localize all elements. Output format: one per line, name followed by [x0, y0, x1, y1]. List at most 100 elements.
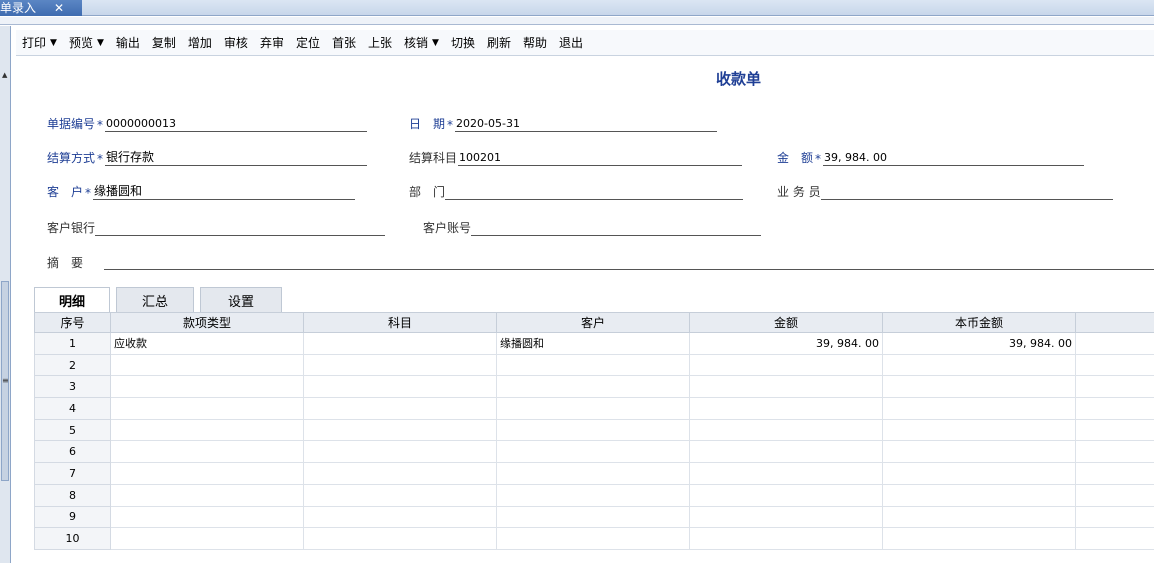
toolbar-button-13[interactable]: 帮助: [517, 32, 553, 54]
table-cell[interactable]: [689, 527, 883, 550]
caret-down-icon[interactable]: ▼: [97, 38, 104, 48]
department-value[interactable]: [445, 184, 744, 200]
table-cell[interactable]: [303, 440, 497, 464]
table-cell[interactable]: [882, 353, 1076, 377]
caret-down-icon[interactable]: ▼: [432, 38, 439, 48]
grid-header-cell[interactable]: 金额: [689, 312, 883, 333]
toolbar-button-4[interactable]: 增加: [182, 32, 218, 54]
grid-header-cell[interactable]: [1075, 312, 1154, 333]
table-cell[interactable]: [303, 462, 497, 485]
table-cell[interactable]: [882, 527, 1076, 550]
table-cell[interactable]: [496, 483, 690, 507]
table-cell[interactable]: [110, 440, 304, 464]
remarks-input[interactable]: [104, 269, 1154, 270]
table-cell[interactable]: [496, 375, 690, 399]
toolbar-button-9[interactable]: 上张: [362, 32, 398, 54]
toolbar-button-7[interactable]: 定位: [290, 32, 326, 54]
table-cell[interactable]: [303, 505, 497, 529]
table-cell[interactable]: [882, 375, 1076, 399]
table-cell[interactable]: [496, 418, 690, 442]
table-cell[interactable]: [882, 397, 1076, 420]
table-cell[interactable]: [303, 527, 497, 550]
toolbar-button-1[interactable]: 预览 ▼: [63, 32, 110, 54]
table-cell[interactable]: [496, 397, 690, 420]
toolbar-button-8[interactable]: 首张: [326, 32, 362, 54]
table-cell[interactable]: [882, 418, 1076, 442]
table-cell[interactable]: 应收款: [110, 332, 304, 355]
table-cell[interactable]: [110, 527, 304, 550]
table-row[interactable]: 1 应收款 缘播圆和 39, 984. 00 39, 984. 00: [34, 332, 1154, 355]
table-cell[interactable]: [110, 462, 304, 485]
table-cell[interactable]: [303, 332, 497, 355]
table-cell[interactable]: [496, 505, 690, 529]
table-cell[interactable]: [496, 440, 690, 464]
table-row[interactable]: 7: [34, 462, 1154, 485]
caret-down-icon[interactable]: ▼: [50, 38, 57, 48]
document-tab[interactable]: 单录入 ✕: [0, 0, 82, 16]
table-cell[interactable]: [1075, 397, 1154, 420]
table-cell[interactable]: [1075, 462, 1154, 485]
table-cell[interactable]: 39, 984. 00: [882, 332, 1076, 355]
table-cell[interactable]: [110, 505, 304, 529]
table-cell[interactable]: [689, 418, 883, 442]
table-cell[interactable]: [303, 397, 497, 420]
date-field[interactable]: 日 期 * 2020-05-31: [409, 114, 718, 132]
toolbar-button-5[interactable]: 审核: [218, 32, 254, 54]
amount-value[interactable]: 39, 984. 00: [823, 150, 1085, 166]
table-cell[interactable]: [110, 397, 304, 420]
table-cell[interactable]: [496, 527, 690, 550]
table-cell[interactable]: [1075, 440, 1154, 464]
amount-field[interactable]: 金 额 * 39, 984. 00: [777, 148, 1085, 166]
bill-no-field[interactable]: 单据编号 * 0000000013: [47, 114, 368, 132]
customer-value[interactable]: 缘播圆和: [93, 184, 356, 200]
table-cell[interactable]: [689, 375, 883, 399]
date-value[interactable]: 2020-05-31: [455, 116, 718, 132]
customer-bank-value[interactable]: [95, 220, 386, 236]
tab-summary[interactable]: 汇总: [116, 287, 194, 312]
bill-no-value[interactable]: 0000000013: [105, 116, 368, 132]
settle-method-field[interactable]: 结算方式 * 银行存款: [47, 148, 368, 166]
table-row[interactable]: 6: [34, 440, 1154, 464]
tab-detail[interactable]: 明细: [34, 287, 110, 312]
salesman-value[interactable]: [820, 184, 1113, 200]
settle-method-value[interactable]: 银行存款: [105, 150, 368, 166]
table-cell[interactable]: [689, 505, 883, 529]
table-cell[interactable]: [1075, 505, 1154, 529]
table-cell[interactable]: 39, 984. 00: [689, 332, 883, 355]
table-cell[interactable]: [689, 353, 883, 377]
table-cell[interactable]: [689, 440, 883, 464]
toolbar-button-12[interactable]: 刷新: [481, 32, 517, 54]
table-cell[interactable]: [1075, 332, 1154, 355]
table-cell[interactable]: [496, 462, 690, 485]
remarks-field[interactable]: 摘 要: [47, 253, 83, 271]
department-field[interactable]: 部 门: [409, 182, 744, 200]
table-cell[interactable]: [303, 418, 497, 442]
left-scrollbar[interactable]: ▲ ≡: [0, 26, 11, 563]
grid-header-cell[interactable]: 本币金额: [882, 312, 1076, 333]
table-cell[interactable]: [303, 375, 497, 399]
table-cell[interactable]: [110, 375, 304, 399]
salesman-field[interactable]: 业 务 员: [777, 182, 1113, 200]
customer-account-field[interactable]: 客户账号: [423, 218, 762, 236]
customer-account-value[interactable]: [471, 220, 762, 236]
customer-field[interactable]: 客 户 * 缘播圆和: [47, 182, 356, 200]
table-row[interactable]: 9: [34, 505, 1154, 529]
toolbar-button-2[interactable]: 输出: [110, 32, 146, 54]
table-row[interactable]: 3: [34, 375, 1154, 399]
toolbar-button-11[interactable]: 切换: [445, 32, 481, 54]
table-cell[interactable]: [1075, 527, 1154, 550]
table-cell[interactable]: [689, 483, 883, 507]
grid-header-cell[interactable]: 科目: [303, 312, 497, 333]
table-cell[interactable]: [1075, 483, 1154, 507]
table-cell[interactable]: [110, 418, 304, 442]
table-cell[interactable]: [1075, 418, 1154, 442]
table-cell[interactable]: [882, 505, 1076, 529]
table-cell[interactable]: [1075, 375, 1154, 399]
table-cell[interactable]: [303, 353, 497, 377]
toolbar-button-10[interactable]: 核销 ▼: [398, 32, 445, 54]
toolbar-button-6[interactable]: 弃审: [254, 32, 290, 54]
settle-account-field[interactable]: 结算科目 100201: [409, 148, 743, 166]
table-cell[interactable]: [689, 397, 883, 420]
table-row[interactable]: 8: [34, 483, 1154, 507]
table-cell[interactable]: [1075, 353, 1154, 377]
